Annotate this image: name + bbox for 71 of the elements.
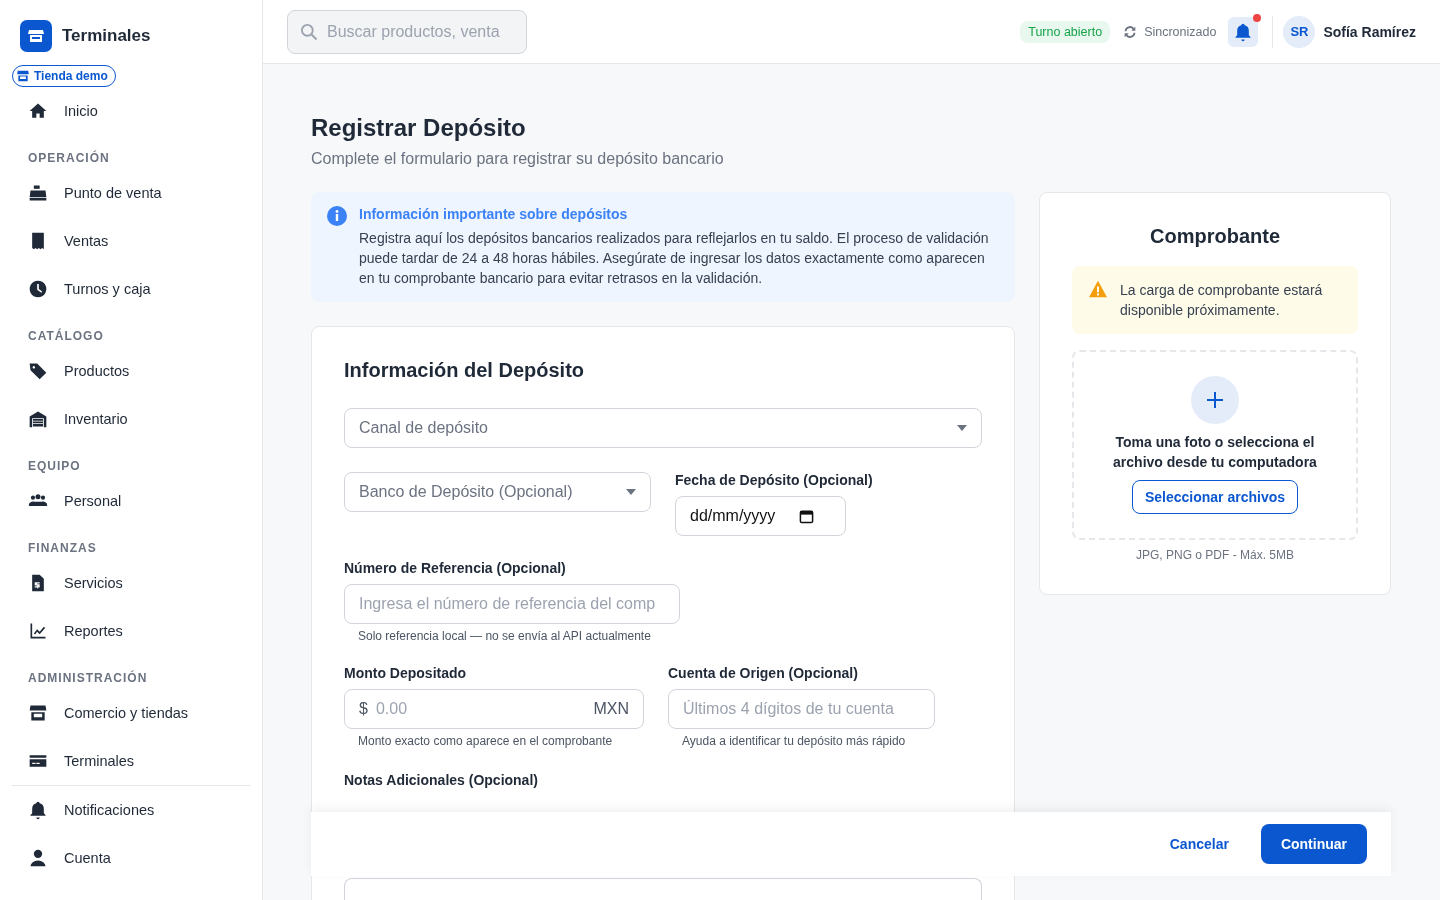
plus-icon <box>1191 376 1239 424</box>
warning-text: La carga de comprobante estará disponible próximamente. <box>1120 281 1324 320</box>
nav-item[interactable]: Inventario <box>12 395 250 443</box>
field-label: Monto Depositado <box>344 665 468 681</box>
caret-icon <box>957 425 967 431</box>
nav-item[interactable]: Inicio <box>12 87 250 135</box>
help-text: Ayuda a identificar tu depósito más rápido <box>681 733 907 748</box>
continue-button[interactable]: Continuar <box>1260 824 1367 864</box>
nav-item[interactable]: Servicios <box>12 559 250 607</box>
field-label: Cuenta de Origen (Opcional) <box>668 665 859 681</box>
amount-field[interactable]: $ 0.00 MXN <box>344 689 644 729</box>
nav-item[interactable]: Comercio y tiendas <box>12 689 250 737</box>
page-subtitle: Complete el formulario para registrar su depósito bancario <box>311 150 725 168</box>
nav-item[interactable]: Notificaciones <box>12 786 250 834</box>
info-title: Información importante sobre depósitos <box>359 206 629 222</box>
user-name: Sofía Ramírez <box>1323 23 1416 40</box>
help-text: Solo referencia local — no se envía al API actualmente <box>357 628 652 643</box>
nav-item[interactable]: Personal <box>12 477 250 525</box>
nav-item[interactable]: Turnos y caja <box>12 265 250 313</box>
user-icon <box>28 848 48 868</box>
warning-icon <box>1088 280 1108 298</box>
store-badge[interactable]: Tienda demo <box>12 65 116 87</box>
deposit-channel-select[interactable]: Canal de depósito <box>344 408 982 448</box>
clock-icon <box>28 279 48 299</box>
bell-icon <box>28 800 48 820</box>
nav-section-heading: CATÁLOGO <box>27 329 105 343</box>
nav-item[interactable]: Punto de venta <box>12 169 250 217</box>
notifications-button[interactable] <box>1228 16 1259 47</box>
nav-item[interactable]: Ventas <box>12 217 250 265</box>
info-text: Registra aquí los depósitos bancarios realizados para reflejarlos en tu saldo. El proceso de validación puede tardar de 24 a 48 horas hábiles. Asegúrate de ingresar los datos exactamente como aparecen en tu comprobante bancario para evitar retrasos en la validación. <box>359 229 990 288</box>
help-text: Monto exacto como aparece en el comprobante <box>357 733 614 748</box>
home-icon <box>28 101 48 121</box>
page-title: Registrar Depósito <box>311 114 527 142</box>
account-input[interactable]: Últimos 4 dígitos de tu cuenta <box>668 689 935 729</box>
nav-section-heading: OPERACIÓN <box>27 151 111 165</box>
cash-register-icon <box>28 183 48 203</box>
file-drop-zone[interactable]: Toma una foto o selecciona el archivo desde tu computadora Seleccionar archivos <box>1072 350 1358 540</box>
sync-status: Sincronizado <box>1144 24 1217 39</box>
tag-icon <box>28 361 48 381</box>
brand-name: Terminales <box>62 26 151 46</box>
field-label: Notas Adicionales (Opcional) <box>344 772 539 788</box>
line-chart-icon <box>28 621 48 641</box>
store-logo-icon <box>20 20 52 52</box>
search-field[interactable]: Buscar productos, venta <box>287 9 527 54</box>
shift-status-badge: Turno abierto <box>1020 20 1111 43</box>
bank-select[interactable]: Banco de Depósito (Opcional) <box>344 472 651 512</box>
field-label: Número de Referencia (Opcional) <box>344 560 567 576</box>
nav-section-heading: FINANZAS <box>27 541 98 555</box>
nav-item[interactable]: Reportes <box>12 607 250 655</box>
reference-input[interactable]: Ingresa el número de referencia del comp <box>344 584 680 624</box>
bell-icon <box>1233 21 1254 42</box>
info-icon <box>327 206 347 226</box>
nav-section-heading: ADMINISTRACIÓN <box>27 671 149 685</box>
select-files-button[interactable]: Seleccionar archivos <box>1131 480 1299 514</box>
calendar-icon <box>799 508 815 524</box>
form-title: Información del Depósito <box>344 359 586 382</box>
store-icon <box>16 69 30 83</box>
nav-item[interactable]: Terminales <box>12 737 250 785</box>
file-hint: JPG, PNG o PDF - Máx. 5MB <box>1135 548 1295 562</box>
nav-item[interactable]: Productos <box>12 347 250 395</box>
cancel-button[interactable]: Cancelar <box>1153 826 1245 862</box>
warehouse-icon <box>28 409 48 429</box>
store-icon <box>28 703 48 723</box>
date-field[interactable]: dd/mm/yyyy <box>675 496 846 536</box>
receipt-title: Comprobante <box>1149 225 1281 248</box>
drop-zone-text: Toma una foto o selecciona el archivo desde tu computadora <box>1112 433 1318 472</box>
field-label: Fecha de Depósito (Opcional) <box>675 472 873 488</box>
user-avatar[interactable]: SR <box>1283 15 1316 48</box>
nav-section-heading: EQUIPO <box>27 459 82 473</box>
nav-item[interactable]: Cuenta <box>12 834 250 882</box>
caret-icon <box>626 489 636 495</box>
